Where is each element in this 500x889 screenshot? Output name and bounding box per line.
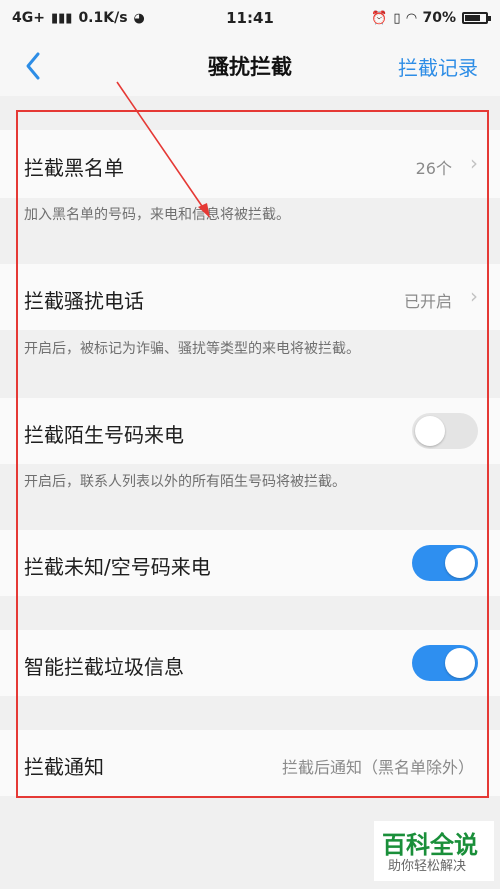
network-speed: 0.1K/s <box>78 10 128 26</box>
status-bar: 4G+ ▮▮▮ 0.1K/s ◕ 11:41 ⏰ ▯ ◠ 70% <box>0 0 500 36</box>
alarm-icon: ⏰ <box>371 10 388 26</box>
row-label: 拦截通知 <box>24 755 104 779</box>
stranger-calls-toggle[interactable] <box>412 413 478 449</box>
row-blacklist[interactable]: 拦截黑名单 26个 › <box>0 130 500 198</box>
toggle-knob <box>415 416 445 446</box>
status-left: 4G+ ▮▮▮ 0.1K/s ◕ <box>12 10 145 26</box>
row-label: 智能拦截垃圾信息 <box>24 655 184 679</box>
toggle-knob <box>445 648 475 678</box>
chevron-right-icon: › <box>470 151 478 175</box>
harass-status: 已开启 <box>403 292 452 311</box>
row-description: 加入黑名单的号码，来电和信息将被拦截。 <box>0 198 500 262</box>
watermark-logo: 百科全说 助你轻松解决 <box>374 821 494 881</box>
chevron-right-icon: › <box>470 284 478 308</box>
row-description: 开启后，被标记为诈骗、骚扰等类型的来电将被拦截。 <box>0 330 500 396</box>
row-unknown-calls: 拦截未知/空号码来电 <box>0 530 500 596</box>
row-stranger-calls: 拦截陌生号码来电 <box>0 398 500 464</box>
battery-icon <box>462 12 491 24</box>
battery-percent: 70% <box>422 10 456 26</box>
status-right: ⏰ ▯ ◠ 70% <box>371 10 491 26</box>
spam-messages-toggle[interactable] <box>412 645 478 681</box>
row-notification[interactable]: 拦截通知 拦截后通知（黑名单除外） <box>0 730 500 796</box>
nav-bar: 骚扰拦截 拦截记录 <box>0 36 500 96</box>
watermark-sub-text: 助你轻松解决 <box>388 859 467 874</box>
row-label: 拦截陌生号码来电 <box>24 423 184 447</box>
row-label: 拦截骚扰电话 <box>24 289 144 313</box>
toggle-knob <box>445 548 475 578</box>
back-button[interactable] <box>18 48 52 84</box>
row-description: 开启后，联系人列表以外的所有陌生号码将被拦截。 <box>0 464 500 528</box>
row-label: 拦截黑名单 <box>24 156 124 180</box>
intercept-log-button[interactable]: 拦截记录 <box>398 52 478 81</box>
unknown-calls-toggle[interactable] <box>412 545 478 581</box>
back-chevron-icon <box>26 52 40 80</box>
network-type: 4G+ <box>12 10 45 26</box>
row-label: 拦截未知/空号码来电 <box>24 555 211 579</box>
vibrate-icon: ▯ <box>393 10 401 26</box>
wifi-icon: ◠ <box>406 10 417 26</box>
signal-icon: ▮▮▮ <box>50 10 73 26</box>
wechat-icon: ◕ <box>133 10 145 26</box>
blacklist-count: 26个 <box>415 159 452 178</box>
row-spam-messages: 智能拦截垃圾信息 <box>0 630 500 696</box>
page-title: 骚扰拦截 <box>208 55 292 79</box>
row-harass-calls[interactable]: 拦截骚扰电话 已开启 › <box>0 264 500 330</box>
notification-setting: 拦截后通知（黑名单除外） <box>281 758 474 777</box>
